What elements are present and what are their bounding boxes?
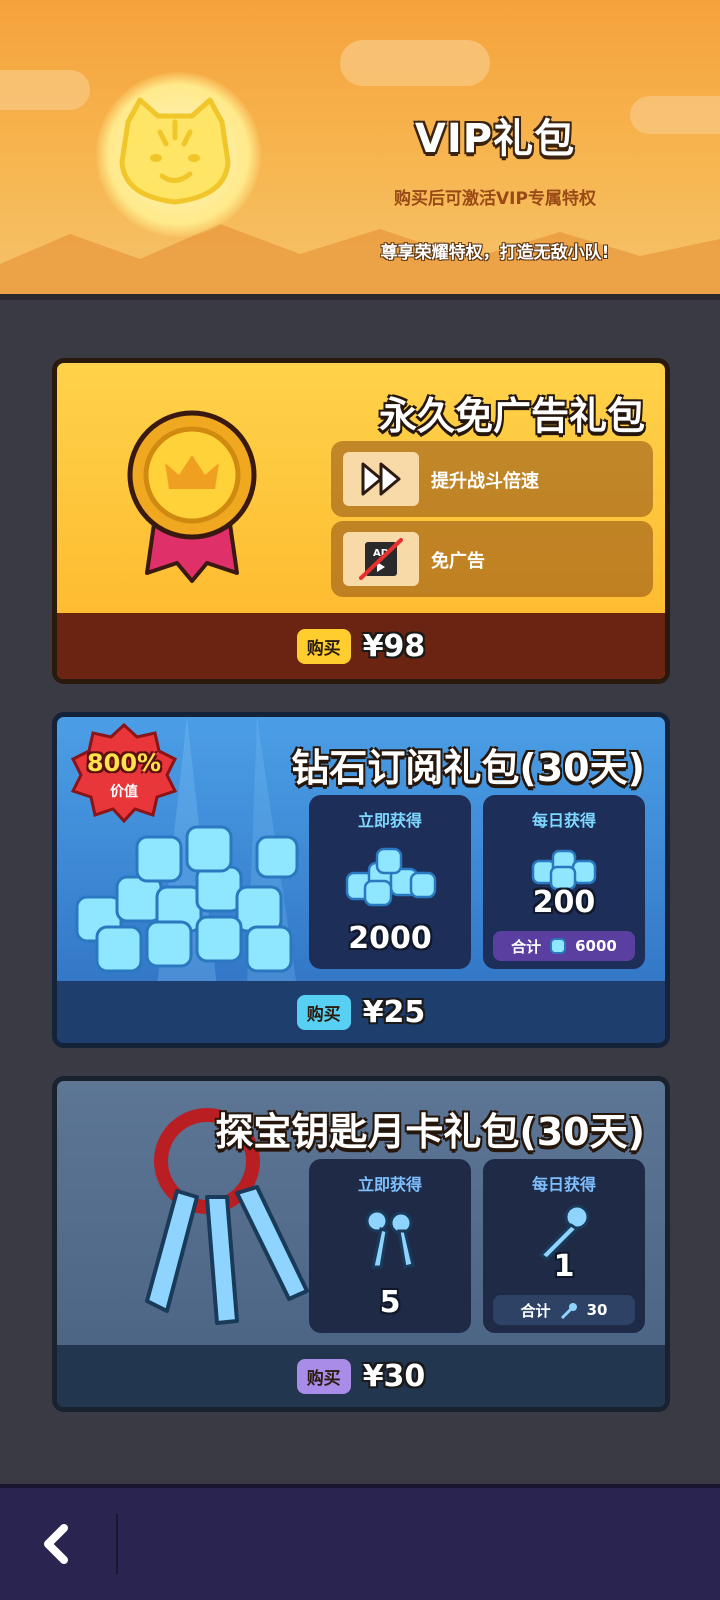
diamond-pile-icon bbox=[345, 847, 437, 907]
divider bbox=[116, 1514, 118, 1574]
key-bundle-icon bbox=[365, 1209, 415, 1269]
fast-forward-icon bbox=[343, 452, 419, 506]
feature-label: 免广告 bbox=[431, 551, 485, 572]
pack-title: 永久免广告礼包 bbox=[378, 394, 645, 438]
instant-label: 立即获得 bbox=[357, 811, 422, 830]
daily-label: 每日获得 bbox=[531, 1175, 596, 1194]
key-pack-card: 探宝钥匙月卡礼包(30天) 立即获得 5 每日获得 1 合计 30 购买 ¥30 bbox=[52, 1076, 670, 1412]
daily-reward-panel: 每日获得 1 合计 30 bbox=[483, 1159, 645, 1333]
page-slogan: 尊享荣耀特权，打造无敌小队! bbox=[380, 243, 610, 263]
page-subtitle: 购买后可激活VIP专属特权 bbox=[394, 189, 596, 209]
price-label: ¥30 bbox=[362, 1358, 426, 1394]
bottom-nav-bar bbox=[0, 1484, 720, 1600]
buy-label: 购买 bbox=[296, 994, 351, 1030]
instant-amount: 2000 bbox=[348, 921, 432, 956]
buy-label: 购买 bbox=[296, 628, 351, 664]
instant-label: 立即获得 bbox=[357, 1175, 422, 1194]
value-label: 价值 bbox=[110, 784, 138, 800]
value-percent: 800% bbox=[86, 749, 162, 777]
instant-reward-panel: 立即获得 5 bbox=[309, 1159, 471, 1333]
pack-title: 探宝钥匙月卡礼包(30天) bbox=[215, 1110, 645, 1154]
daily-reward-panel: 每日获得 200 合计 6000 bbox=[483, 795, 645, 969]
instant-amount: 5 bbox=[379, 1285, 401, 1320]
crown-medal-icon bbox=[127, 410, 257, 583]
page-title: VIP礼包 bbox=[414, 116, 576, 162]
total-row: 合计 30 bbox=[493, 1295, 635, 1325]
key-icon bbox=[560, 1303, 577, 1319]
feature-speed-up: 提升战斗倍速 bbox=[331, 441, 653, 517]
daily-amount: 1 bbox=[553, 1249, 575, 1284]
total-amount: 30 bbox=[586, 1301, 608, 1319]
buy-button[interactable]: 购买 ¥98 bbox=[57, 613, 665, 679]
total-label: 合计 bbox=[520, 1301, 551, 1320]
no-ads-pack-card: 永久免广告礼包 提升战斗倍速 AD 免广告 购买 ¥98 bbox=[52, 358, 670, 684]
pack-title: 钻石订阅礼包(30天) bbox=[291, 746, 645, 790]
buy-button[interactable]: 购买 ¥30 bbox=[57, 1345, 665, 1407]
feature-no-ads: AD 免广告 bbox=[331, 521, 653, 597]
back-chevron-icon[interactable] bbox=[30, 1516, 86, 1572]
feature-label: 提升战斗倍速 bbox=[431, 471, 539, 492]
total-label: 合计 bbox=[511, 937, 542, 956]
vip-header: VIP礼包 购买后可激活VIP专属特权 尊享荣耀特权，打造无敌小队! bbox=[0, 0, 720, 300]
no-ads-icon: AD bbox=[343, 532, 419, 586]
daily-label: 每日获得 bbox=[531, 811, 596, 830]
cloud-decoration bbox=[340, 40, 490, 86]
total-row: 合计 6000 bbox=[493, 931, 635, 961]
diamond-pack-card: 800% 价值 钻石订阅礼包(30天) 立即获得 2000 每日获得 200 合… bbox=[52, 712, 670, 1048]
cloud-decoration bbox=[0, 70, 90, 110]
diamond-icon bbox=[550, 938, 567, 954]
tiger-mascot-icon bbox=[119, 97, 231, 205]
total-amount: 6000 bbox=[575, 937, 617, 955]
buy-label: 购买 bbox=[296, 1358, 351, 1394]
price-label: ¥25 bbox=[362, 994, 426, 1030]
price-label: ¥98 bbox=[362, 628, 426, 664]
instant-reward-panel: 立即获得 2000 bbox=[309, 795, 471, 969]
daily-amount: 200 bbox=[532, 885, 596, 920]
buy-button[interactable]: 购买 ¥25 bbox=[57, 981, 665, 1043]
